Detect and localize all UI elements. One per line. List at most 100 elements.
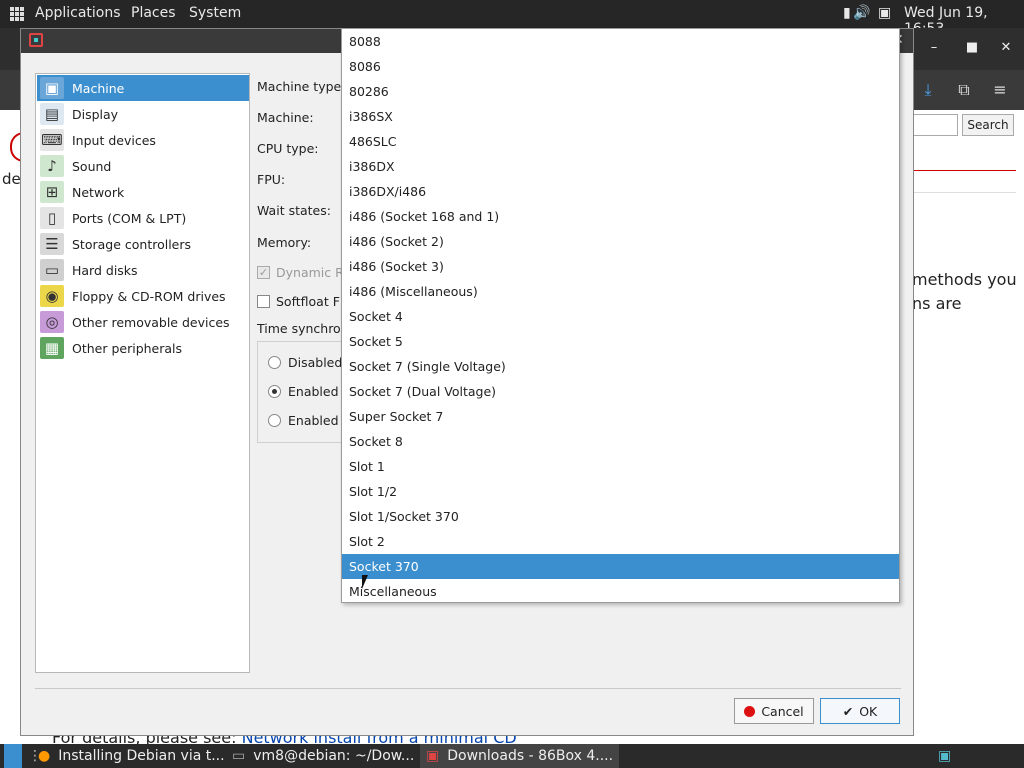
dropdown-item[interactable]: Miscellaneous <box>342 579 899 604</box>
taskbar-item-86box[interactable]: ▣ Downloads - 86Box 4.... <box>420 744 620 768</box>
category-display[interactable]: ▤ Display <box>37 101 249 127</box>
memory-label: Memory: <box>257 235 312 250</box>
time-sync-group: Disabled Enabled ( Enabled ( <box>257 341 347 443</box>
download-icon[interactable]: ⤓ <box>918 80 938 100</box>
removable-icon: ◎ <box>40 311 64 333</box>
input-devices-icon: ⌨ <box>40 129 64 151</box>
close-icon[interactable]: ✕ <box>996 40 1016 55</box>
web-search-input[interactable] <box>912 114 958 136</box>
dropdown-item[interactable]: 8086 <box>342 54 899 79</box>
category-input-devices[interactable]: ⌨ Input devices <box>37 127 249 153</box>
time-sync-enabled-1-radio[interactable] <box>268 385 281 398</box>
dropdown-item[interactable]: Slot 1 <box>342 454 899 479</box>
category-label: Sound <box>72 158 112 174</box>
category-network[interactable]: ⊞ Network <box>37 179 249 205</box>
category-label: Other removable devices <box>72 314 230 330</box>
dynamic-recompiler-label: Dynamic Re <box>276 265 351 280</box>
hamburger-menu-icon[interactable]: ≡ <box>990 80 1010 100</box>
taskbar-item-terminal[interactable]: ▭ vm8@debian: ~/Dow... <box>232 744 414 768</box>
category-floppy-cdrom[interactable]: ◉ Floppy & CD-ROM drives <box>37 283 249 309</box>
time-sync-disabled-radio[interactable] <box>268 356 281 369</box>
dropdown-item[interactable]: i386DX <box>342 154 899 179</box>
dropdown-item[interactable]: 8088 <box>342 29 899 54</box>
ok-check-icon: ✔ <box>842 703 854 719</box>
dropdown-item[interactable]: i386DX/i486 <box>342 179 899 204</box>
dropdown-item[interactable]: 486SLC <box>342 129 899 154</box>
page-text: methods you ns are <box>912 268 1017 316</box>
category-label: Other peripherals <box>72 340 183 356</box>
dropdown-item[interactable]: Socket 5 <box>342 329 899 354</box>
network-icon: ⊞ <box>40 181 64 203</box>
86box-tray-icon[interactable]: ▣ <box>938 744 951 768</box>
divider <box>914 170 1016 171</box>
menu-places[interactable]: Places <box>131 5 176 21</box>
minimize-icon[interactable]: – <box>924 40 944 55</box>
dropdown-item[interactable]: i386SX <box>342 104 899 129</box>
dropdown-item[interactable]: i486 (Miscellaneous) <box>342 279 899 304</box>
show-desktop-icon[interactable] <box>4 744 22 768</box>
extensions-icon[interactable]: ⧉ <box>954 80 974 100</box>
softfloat-checkbox[interactable] <box>257 295 270 308</box>
wait-states-label: Wait states: <box>257 203 331 218</box>
dropdown-item[interactable]: Slot 2 <box>342 529 899 554</box>
clipboard-icon[interactable]: ▣ <box>878 5 891 21</box>
storage-icon: ☰ <box>40 233 64 255</box>
time-sync-label: Time synchroni <box>257 321 353 336</box>
taskbar-item-label: Downloads - 86Box 4.... <box>447 748 614 764</box>
maximize-icon[interactable]: ■ <box>962 40 982 55</box>
category-hard-disks[interactable]: ▭ Hard disks <box>37 257 249 283</box>
machine-type-label: Machine type: <box>257 79 346 94</box>
cancel-button[interactable]: Cancel <box>734 698 814 724</box>
volume-icon[interactable]: 🔊 <box>853 5 870 21</box>
ok-button[interactable]: ✔ OK <box>820 698 900 724</box>
dropdown-item[interactable]: Socket 7 (Dual Voltage) <box>342 379 899 404</box>
dropdown-item[interactable]: Socket 7 (Single Voltage) <box>342 354 899 379</box>
category-label: Machine <box>72 80 125 96</box>
dropdown-item[interactable]: i486 (Socket 2) <box>342 229 899 254</box>
time-sync-enabled-2-radio[interactable] <box>268 414 281 427</box>
dropdown-item[interactable]: i486 (Socket 3) <box>342 254 899 279</box>
cpu-type-dropdown[interactable]: 8088 8086 80286 i386SX 486SLC i386DX i38… <box>341 28 900 603</box>
softfloat-label: Softfloat FP <box>276 294 348 309</box>
cancel-icon <box>744 705 756 717</box>
category-other-removable[interactable]: ◎ Other removable devices <box>37 309 249 335</box>
page-text-line: ns are <box>912 294 962 313</box>
fpu-label: FPU: <box>257 172 286 187</box>
dialog-separator <box>35 688 901 689</box>
dropdown-item[interactable]: Super Socket 7 <box>342 404 899 429</box>
category-label: Hard disks <box>72 262 138 278</box>
dropdown-item[interactable]: Socket 8 <box>342 429 899 454</box>
category-label: Input devices <box>72 132 156 148</box>
web-search-button[interactable]: Search <box>962 114 1014 136</box>
machine-icon: ▣ <box>40 77 64 99</box>
taskbar-item-browser[interactable]: ● Installing Debian via t... <box>38 744 225 768</box>
apps-grid-icon[interactable] <box>10 7 24 21</box>
dynamic-recompiler-checkbox[interactable]: ✓ <box>257 266 270 279</box>
dropdown-item-selected[interactable]: Socket 370 <box>342 554 899 579</box>
ports-icon: ▯ <box>40 207 64 229</box>
category-label: Display <box>72 106 119 122</box>
dropdown-item[interactable]: Slot 1/2 <box>342 479 899 504</box>
category-label: Ports (COM & LPT) <box>72 210 187 226</box>
dropdown-item[interactable]: Slot 1/Socket 370 <box>342 504 899 529</box>
category-ports[interactable]: ▯ Ports (COM & LPT) <box>37 205 249 231</box>
category-other-peripherals[interactable]: ▦ Other peripherals <box>37 335 249 361</box>
taskbar-item-label: vm8@debian: ~/Dow... <box>253 748 415 764</box>
battery-icon[interactable]: ▮ <box>843 5 851 21</box>
dropdown-item[interactable]: i486 (Socket 168 and 1) <box>342 204 899 229</box>
86box-app-icon <box>29 33 43 47</box>
firefox-icon: ● <box>38 748 51 764</box>
category-sound[interactable]: ♪ Sound <box>37 153 249 179</box>
machine-label: Machine: <box>257 110 314 125</box>
dropdown-item[interactable]: Socket 4 <box>342 304 899 329</box>
86box-icon: ▣ <box>426 748 440 764</box>
category-machine[interactable]: ▣ Machine <box>37 75 249 101</box>
menu-system[interactable]: System <box>189 5 241 21</box>
divider <box>914 192 1016 193</box>
time-sync-enabled-2-label: Enabled ( <box>288 413 348 428</box>
time-sync-disabled-label: Disabled <box>288 355 343 370</box>
menu-applications[interactable]: Applications <box>35 5 121 21</box>
category-storage-controllers[interactable]: ☰ Storage controllers <box>37 231 249 257</box>
time-sync-enabled-1-label: Enabled ( <box>288 384 348 399</box>
dropdown-item[interactable]: 80286 <box>342 79 899 104</box>
